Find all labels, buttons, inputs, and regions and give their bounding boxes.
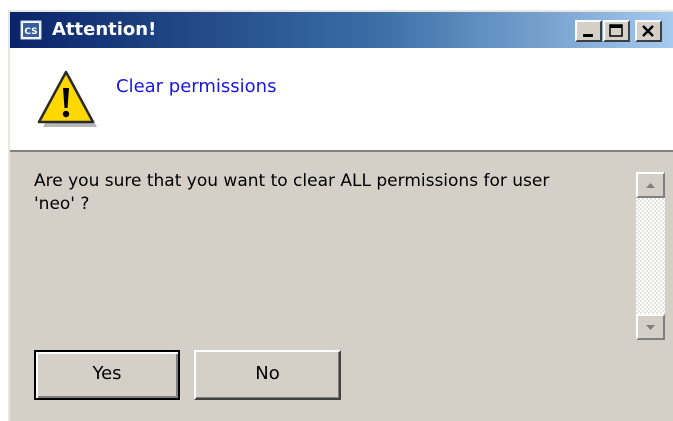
maximize-button[interactable] [603,20,630,42]
scroll-down-arrow-icon [646,325,655,330]
app-cs-icon: CS [20,20,42,40]
no-button[interactable]: No [194,350,341,400]
vertical-scrollbar[interactable] [636,172,665,340]
minimize-icon [583,34,593,37]
close-icon [642,25,654,37]
confirmation-message: Are you sure that you want to clear ALL … [34,171,550,214]
close-button[interactable] [635,20,662,42]
attention-dialog-window: CS Attention! Clear permissions Are you … [8,10,673,421]
scroll-down-button[interactable] [636,314,665,340]
svg-text:CS: CS [24,27,37,37]
title-bar[interactable]: CS Attention! [10,12,673,48]
header-title: Clear permissions [116,76,277,97]
minimize-button[interactable] [575,20,602,42]
dialog-header: Clear permissions [10,48,673,152]
warning-icon [37,70,97,127]
yes-button[interactable]: Yes [34,350,180,400]
window-title: Attention! [52,19,157,40]
scroll-up-arrow-icon [646,183,655,188]
maximize-icon [609,24,623,37]
scroll-up-button[interactable] [636,172,665,198]
